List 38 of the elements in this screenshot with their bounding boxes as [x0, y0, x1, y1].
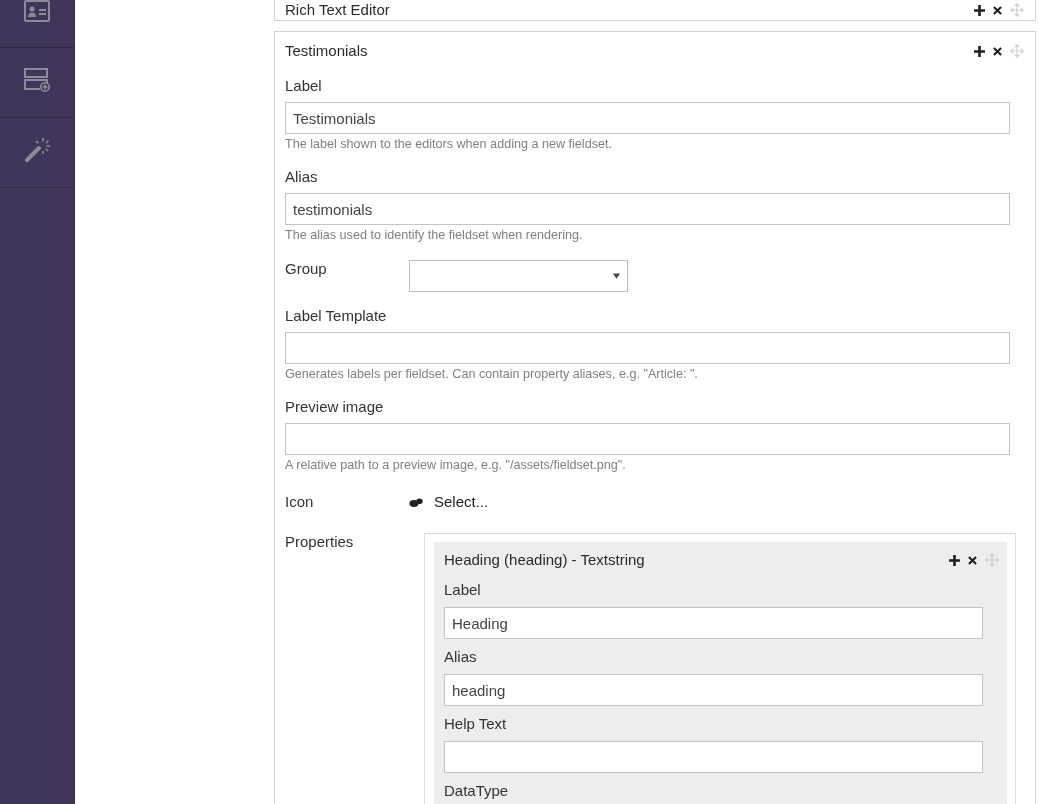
text-input[interactable]: testimonials [285, 193, 1010, 225]
text-input[interactable]: Testimonials [285, 102, 1010, 134]
field-label: Label [444, 580, 482, 600]
field-label: Label [285, 76, 323, 96]
close-icon[interactable] [968, 555, 977, 565]
text-input[interactable]: Heading [444, 607, 983, 639]
field-label: Alias [285, 167, 319, 187]
field-label: Label Template [285, 306, 388, 326]
text-input[interactable] [285, 332, 1010, 364]
field-label: Preview image [285, 397, 385, 417]
add-icon[interactable] [949, 554, 960, 566]
layout-add-icon [24, 67, 50, 92]
id-card-icon [24, 0, 50, 22]
field-label: Help Text [444, 714, 508, 734]
help-text: The label shown to the editors when adding a new fieldset. [285, 136, 613, 152]
help-text: A relative path to a preview image, e.g. "/assets/fieldset.png". [285, 457, 627, 473]
add-icon[interactable] [974, 4, 985, 16]
text-input[interactable]: heading [444, 674, 983, 706]
group-select[interactable] [409, 260, 628, 292]
help-text: Generates labels per fieldset. Can contain property aliases, e.g. "Article: ". [285, 366, 699, 382]
text-input[interactable] [444, 741, 983, 773]
fieldset-title: Rich Text Editor [285, 0, 391, 20]
select-icon-button[interactable]: Select... [409, 492, 489, 512]
add-icon[interactable] [974, 45, 985, 57]
help-text: The alias used to identify the fieldset when rendering. [285, 227, 584, 243]
magic-wand-icon [24, 136, 50, 163]
field-label: DataType [444, 781, 510, 801]
field-label: Icon [285, 492, 315, 512]
field-label: Properties [285, 532, 355, 552]
field-label: Alias [444, 647, 478, 667]
close-icon[interactable] [993, 46, 1002, 56]
close-icon[interactable] [993, 5, 1002, 15]
text-input[interactable] [285, 423, 1010, 455]
property-title: Heading (heading) - Textstring [444, 550, 646, 570]
field-label: Group [285, 259, 328, 279]
caret-icon [613, 273, 620, 279]
fieldset-title: Testimonials [285, 41, 369, 61]
speech-bubbles-icon [409, 497, 423, 507]
